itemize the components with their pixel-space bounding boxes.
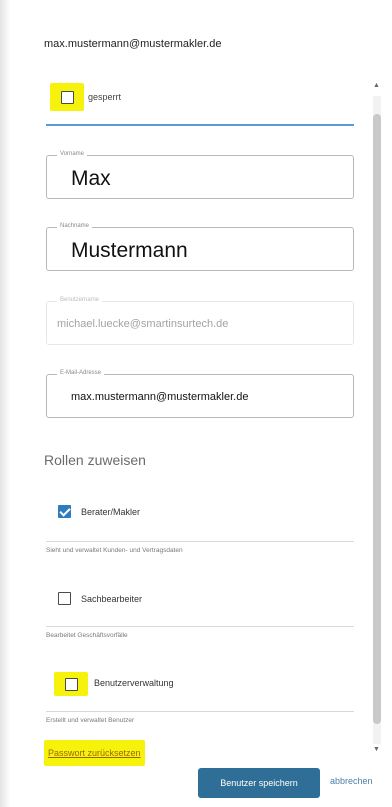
lastname-field[interactable]: Nachname Mustermann xyxy=(46,223,354,271)
email-value: max.mustermann@mustermakler.de xyxy=(71,391,249,403)
firstname-field[interactable]: Vorname Max xyxy=(46,151,354,199)
scroll-down-arrow-icon[interactable]: ▼ xyxy=(373,746,380,753)
page-background-edge xyxy=(0,0,10,807)
locked-toggle[interactable]: gesperrt xyxy=(44,83,122,111)
role-sachbearbeiter-description: Bearbeitet Geschäftsvorfälle xyxy=(46,632,128,639)
scroll-up-arrow-icon[interactable]: ▲ xyxy=(373,82,380,89)
role-benutzerverwaltung-checkbox[interactable] xyxy=(64,677,78,691)
cancel-button[interactable]: abbrechen xyxy=(330,776,373,786)
email-field[interactable]: E-Mail-Adresse max.mustermann@mustermakl… xyxy=(46,370,354,418)
firstname-value: Max xyxy=(71,167,111,190)
role-berater-makler[interactable]: Berater/Makler xyxy=(58,505,140,518)
role-benutzerverwaltung-label: Benutzerverwaltung xyxy=(94,678,174,688)
highlight-marker xyxy=(50,83,84,111)
role-divider xyxy=(46,541,354,542)
user-email-header: max.mustermann@mustermakler.de xyxy=(44,38,222,50)
role-benutzerverwaltung-description: Erstellt und verwaltet Benutzer xyxy=(46,717,135,724)
email-legend: E-Mail-Adresse xyxy=(57,370,105,376)
roles-section-title: Rollen zuweisen xyxy=(44,452,146,468)
locked-label: gesperrt xyxy=(88,92,122,102)
role-divider xyxy=(46,711,354,712)
scroll-track[interactable] xyxy=(373,96,381,744)
reset-password-link[interactable]: Passwort zurücksetzen xyxy=(44,740,145,766)
role-benutzerverwaltung[interactable]: Benutzerverwaltung xyxy=(94,678,174,688)
username-field: Benutzername michael.luecke@smartinsurte… xyxy=(46,297,354,345)
highlight-marker xyxy=(54,672,88,696)
username-value: michael.luecke@smartinsurtech.de xyxy=(57,318,229,330)
active-tab-indicator xyxy=(46,124,354,126)
save-user-button[interactable]: Benutzer speichern xyxy=(198,768,320,798)
scroll-thumb[interactable] xyxy=(373,114,381,724)
lastname-value: Mustermann xyxy=(71,239,188,262)
role-sachbearbeiter-label: Sachbearbeiter xyxy=(81,593,143,604)
role-sachbearbeiter-checkbox[interactable] xyxy=(58,592,71,605)
locked-checkbox[interactable] xyxy=(60,90,74,104)
username-legend: Benutzername xyxy=(57,297,103,303)
dialog-scrollbar[interactable]: ▲ ▼ xyxy=(370,82,384,762)
role-berater-makler-checkbox[interactable] xyxy=(58,505,71,518)
role-berater-makler-description: Sieht und verwaltet Kunden- und Vertrags… xyxy=(46,547,183,554)
role-berater-makler-label: Berater/Makler xyxy=(81,506,141,517)
role-sachbearbeiter[interactable]: Sachbearbeiter xyxy=(58,592,142,605)
lastname-legend: Nachname xyxy=(57,223,93,229)
firstname-legend: Vorname xyxy=(57,151,88,157)
role-divider xyxy=(46,626,354,627)
